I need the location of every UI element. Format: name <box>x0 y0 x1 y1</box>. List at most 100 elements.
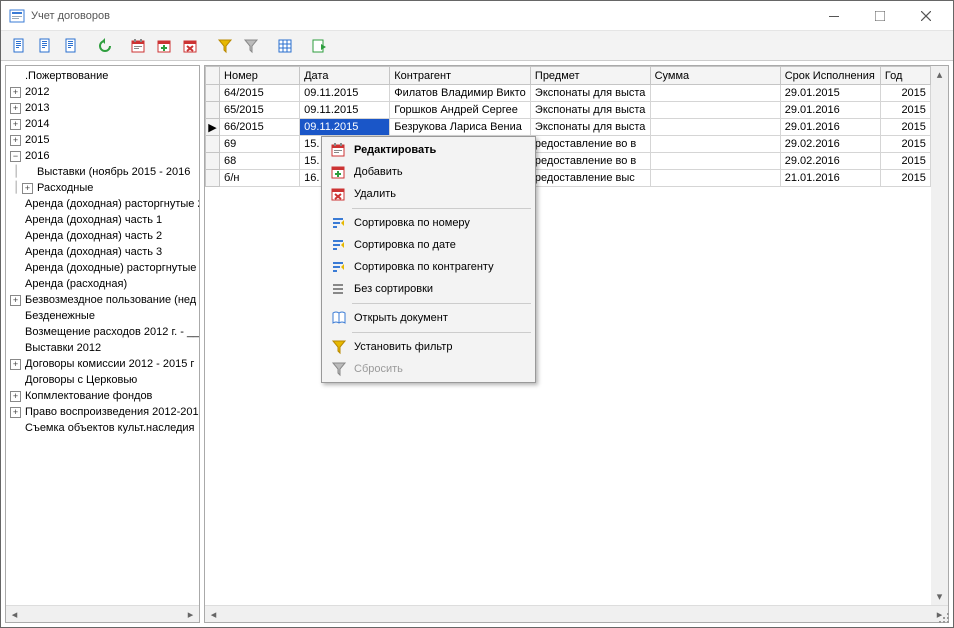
tree-node[interactable]: −2016 <box>10 148 197 164</box>
menu-item[interactable]: Сортировка по номеру <box>324 212 533 234</box>
table-button[interactable] <box>273 34 297 58</box>
col-header[interactable]: Год <box>880 67 930 85</box>
tree-node[interactable]: +Копмлектование фондов <box>10 388 197 404</box>
tree-expander[interactable]: + <box>10 391 21 402</box>
tree-node[interactable]: +2013 <box>10 100 197 116</box>
tree-node[interactable]: .Пожертвование <box>10 68 197 84</box>
menu-item[interactable]: Установить фильтр <box>324 336 533 358</box>
cell[interactable]: Безрукова Лариса Вениа <box>390 119 531 136</box>
tree-expander[interactable]: + <box>10 119 21 130</box>
tree-node[interactable]: +Право воспроизведения 2012-201 <box>10 404 197 420</box>
cell[interactable] <box>650 102 780 119</box>
col-header[interactable]: Сумма <box>650 67 780 85</box>
cell[interactable]: 09.11.2015 <box>300 102 390 119</box>
tree-node[interactable]: +2012 <box>10 84 197 100</box>
scroll-left-icon[interactable]: ◂ <box>205 606 222 623</box>
cell[interactable]: редоставление выс <box>530 170 650 187</box>
tree-expander[interactable]: + <box>22 183 33 194</box>
tree-node[interactable]: +Договоры комиссии 2012 - 2015 г <box>10 356 197 372</box>
cal-add-button[interactable] <box>153 34 177 58</box>
tree-node[interactable]: +2014 <box>10 116 197 132</box>
cell[interactable]: 29.01.2015 <box>780 85 880 102</box>
table-row[interactable]: 65/201509.11.2015Горшков Андрей СергееЭк… <box>206 102 948 119</box>
scroll-left-icon[interactable]: ◂ <box>6 606 23 623</box>
doc-button[interactable] <box>7 34 31 58</box>
menu-item[interactable]: Добавить <box>324 161 533 183</box>
col-header[interactable]: Предмет <box>530 67 650 85</box>
tree-node[interactable]: Договоры с Церковью <box>10 372 197 388</box>
filter-reset-button[interactable] <box>239 34 263 58</box>
cell[interactable]: Экспонаты для выста <box>530 102 650 119</box>
table-row[interactable]: 64/201509.11.2015Филатов Владимир ВиктоЭ… <box>206 85 948 102</box>
cell[interactable]: 29.02.2016 <box>780 153 880 170</box>
tree-node[interactable]: Аренда (доходная) расторгнутые 2 <box>10 196 197 212</box>
table-row[interactable]: ▶66/201509.11.2015Безрукова Лариса Вениа… <box>206 119 948 136</box>
tree-node[interactable]: │Выставки (ноябрь 2015 - 2016 <box>10 164 197 180</box>
scroll-down-icon[interactable]: ▾ <box>931 588 948 605</box>
tree-node[interactable]: │+Расходные <box>10 180 197 196</box>
tree-expander[interactable]: + <box>10 103 21 114</box>
cell[interactable] <box>650 85 780 102</box>
grid-vscroll[interactable]: ▴ ▾ <box>931 66 948 605</box>
cell[interactable]: 2015 <box>880 136 930 153</box>
tree-expander[interactable]: − <box>10 151 21 162</box>
cell[interactable]: Горшков Андрей Сергее <box>390 102 531 119</box>
tree-node[interactable]: Аренда (доходные) расторгнутые ( <box>10 260 197 276</box>
filter-set-button[interactable] <box>213 34 237 58</box>
cell[interactable]: 68 <box>220 153 300 170</box>
cell[interactable] <box>650 119 780 136</box>
cell[interactable]: 2015 <box>880 85 930 102</box>
cell[interactable]: 09.11.2015 <box>300 85 390 102</box>
menu-item[interactable]: Сортировка по дате <box>324 234 533 256</box>
maximize-button[interactable] <box>857 1 903 31</box>
menu-item[interactable]: Без сортировки <box>324 278 533 300</box>
table-row[interactable]: 6915.редоставление во в29.02.20162015 <box>206 136 948 153</box>
cal-del-button[interactable] <box>179 34 203 58</box>
cell[interactable]: Экспонаты для выста <box>530 119 650 136</box>
close-button[interactable] <box>903 1 949 31</box>
scroll-up-icon[interactable]: ▴ <box>931 66 948 83</box>
menu-item[interactable]: Редактировать <box>324 139 533 161</box>
cell[interactable]: 29.01.2016 <box>780 119 880 136</box>
cell[interactable]: 64/2015 <box>220 85 300 102</box>
col-header[interactable]: Контрагент <box>390 67 531 85</box>
data-grid[interactable]: НомерДатаКонтрагентПредметСуммаСрок Испо… <box>205 66 948 187</box>
scroll-right-icon[interactable]: ▸ <box>182 606 199 623</box>
tree-node[interactable]: +Безвозмездное пользование (нед <box>10 292 197 308</box>
tree-node[interactable]: Съемка объектов культ.наследия <box>10 420 197 436</box>
resize-grip[interactable] <box>937 611 951 625</box>
tree-expander[interactable]: + <box>10 87 21 98</box>
tree-node[interactable]: Выставки 2012 <box>10 340 197 356</box>
export-button[interactable] <box>307 34 331 58</box>
tree-node[interactable]: Безденежные <box>10 308 197 324</box>
tree-node[interactable]: +2015 <box>10 132 197 148</box>
tree-node[interactable]: Аренда (доходная) часть 2 <box>10 228 197 244</box>
cell[interactable]: 2015 <box>880 153 930 170</box>
cell[interactable]: редоставление во в <box>530 136 650 153</box>
cell[interactable]: 2015 <box>880 170 930 187</box>
tree-expander[interactable]: + <box>10 407 21 418</box>
doc-button[interactable] <box>59 34 83 58</box>
cell[interactable] <box>650 170 780 187</box>
menu-item[interactable]: Сортировка по контрагенту <box>324 256 533 278</box>
cell[interactable]: 69 <box>220 136 300 153</box>
tree-node[interactable]: Аренда (расходная) <box>10 276 197 292</box>
table-row[interactable]: 6815.редоставление во в29.02.20162015 <box>206 153 948 170</box>
cell[interactable]: 09.11.2015 <box>300 119 390 136</box>
doc-button[interactable] <box>33 34 57 58</box>
tree[interactable]: .Пожертвование+2012+2013+2014+2015−2016│… <box>6 66 199 605</box>
context-menu[interactable]: РедактироватьДобавитьУдалитьСортировка п… <box>321 136 536 383</box>
cell[interactable]: 29.01.2016 <box>780 102 880 119</box>
cell[interactable]: б/н <box>220 170 300 187</box>
cell[interactable]: 2015 <box>880 102 930 119</box>
cell[interactable]: 66/2015 <box>220 119 300 136</box>
tree-node[interactable]: Возмещение расходов 2012 г. - __ <box>10 324 197 340</box>
grid-hscroll[interactable]: ◂ ▸ <box>205 605 948 622</box>
table-row[interactable]: б/н16.редоставление выс21.01.20162015 <box>206 170 948 187</box>
col-header[interactable]: Срок Исполнения <box>780 67 880 85</box>
cell[interactable]: редоставление во в <box>530 153 650 170</box>
menu-item[interactable]: Открыть документ <box>324 307 533 329</box>
cell[interactable]: 21.01.2016 <box>780 170 880 187</box>
cell[interactable]: 29.02.2016 <box>780 136 880 153</box>
tree-expander[interactable]: + <box>10 135 21 146</box>
